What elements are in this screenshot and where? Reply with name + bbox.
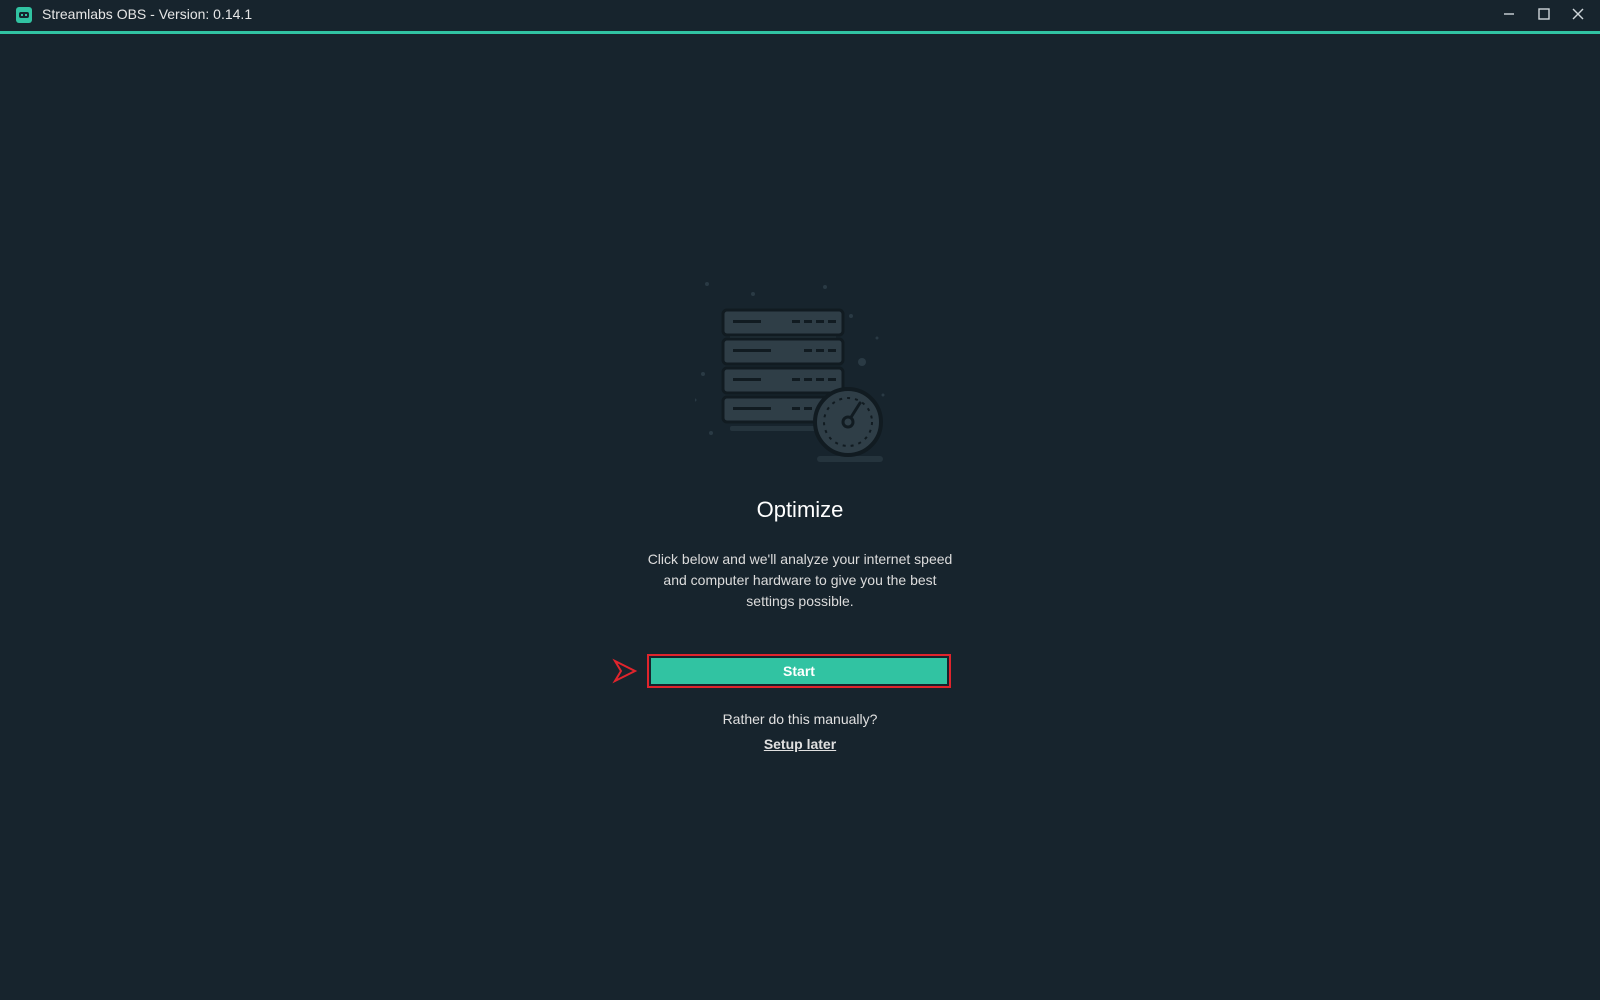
setup-later-link[interactable]: Setup later xyxy=(740,736,860,752)
maximize-icon xyxy=(1538,8,1550,20)
arrow-pointer-icon xyxy=(612,658,638,684)
streamlabs-logo-icon xyxy=(16,7,32,23)
title-bar: Streamlabs OBS - Version: 0.14.1 xyxy=(0,0,1600,31)
window-title: Streamlabs OBS - Version: 0.14.1 xyxy=(42,6,253,22)
close-button[interactable] xyxy=(1561,0,1595,28)
minimize-button[interactable] xyxy=(1492,0,1526,28)
close-icon xyxy=(1572,8,1584,20)
manual-setup-prompt: Rather do this manually? xyxy=(722,711,878,727)
page-title: Optimize xyxy=(756,497,844,522)
optimize-description: Click below and we'll analyze your inter… xyxy=(647,551,953,609)
start-button-label: Start xyxy=(651,658,947,684)
server-speedometer-icon xyxy=(695,282,885,462)
start-button[interactable]: Start xyxy=(647,654,951,688)
maximize-button[interactable] xyxy=(1527,0,1561,28)
minimize-icon xyxy=(1504,13,1514,15)
